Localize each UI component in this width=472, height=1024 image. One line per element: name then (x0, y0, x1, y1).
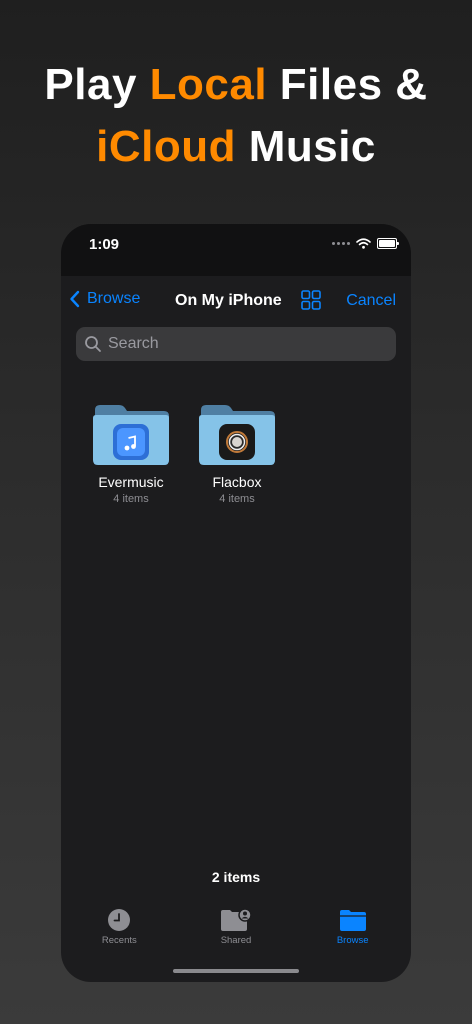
clock-icon (108, 909, 131, 931)
signal-icon (332, 242, 350, 245)
folder-item-flacbox[interactable]: Flacbox 4 items (197, 402, 277, 505)
item-count-label: 2 items (211, 869, 261, 885)
page-title: On My iPhone (175, 292, 282, 309)
headline-text: Play (44, 60, 150, 109)
folder-name: Flacbox (212, 474, 262, 490)
status-bar: 1:09 (61, 224, 411, 276)
status-icons (332, 238, 399, 249)
shared-folder-icon (221, 908, 252, 931)
search-input[interactable] (106, 334, 370, 354)
folder-item-evermusic[interactable]: Evermusic 4 items (91, 402, 171, 505)
tab-browse[interactable]: Browse (294, 908, 411, 954)
folder-item-count: 4 items (113, 493, 149, 505)
headline-line-1: Play Local Files & (0, 54, 472, 116)
headline-text: Music (235, 122, 376, 171)
cancel-button[interactable]: Cancel (346, 292, 396, 310)
folder-icon (93, 405, 169, 465)
search-icon (85, 336, 101, 352)
folder-name: Evermusic (98, 474, 164, 490)
tab-shared[interactable]: Shared (178, 908, 295, 954)
tab-label: Recents (101, 935, 137, 946)
grid-icon (301, 290, 321, 310)
back-button-label: Browse (87, 290, 141, 307)
headline-line-2: iCloud Music (0, 116, 472, 178)
folder-item-count: 4 items (219, 493, 255, 505)
music-app-icon (113, 424, 149, 460)
navigation-bar: Browse On My iPhone Cancel (61, 276, 411, 326)
search-bar[interactable] (76, 327, 396, 361)
chevron-left-icon (70, 290, 80, 308)
folder-icon (339, 910, 366, 931)
headline-accent-local: Local (149, 60, 268, 109)
flacbox-app-icon (219, 424, 255, 460)
headline-accent-icloud: iCloud (96, 122, 236, 171)
tab-recents[interactable]: Recents (61, 908, 178, 954)
wifi-icon (356, 238, 371, 249)
promo-headline: Play Local Files & iCloud Music (0, 54, 472, 178)
back-button[interactable]: Browse (69, 290, 140, 308)
grid-view-button[interactable] (301, 290, 321, 315)
tab-bar: Recents Shared Browse (61, 908, 411, 954)
battery-icon (377, 238, 399, 249)
folder-grid: Evermusic 4 items Flacbox 4 items (91, 402, 277, 505)
status-time: 1:09 (89, 236, 120, 253)
tab-label: Shared (220, 935, 252, 946)
phone-frame: 1:09 Browse On My iPhone Cancel Search E… (61, 224, 411, 982)
tab-label: Browse (336, 935, 369, 946)
folder-icon (199, 405, 275, 465)
home-indicator[interactable] (173, 969, 299, 973)
headline-text: Files & (267, 60, 428, 109)
